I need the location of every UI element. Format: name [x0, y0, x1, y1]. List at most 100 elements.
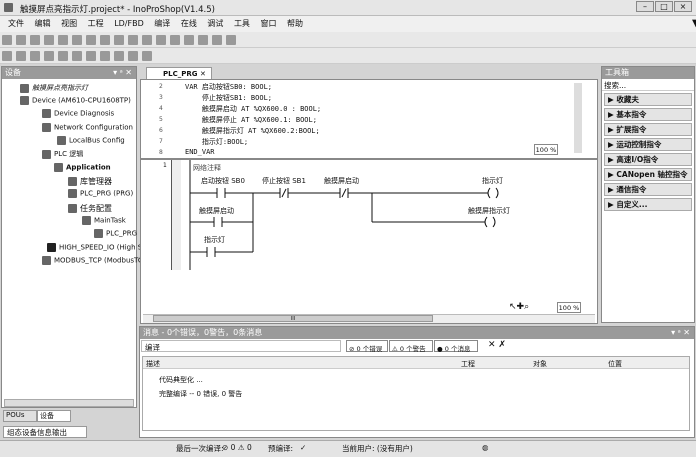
maximize-button[interactable]: □	[655, 1, 673, 12]
tree-project[interactable]: 触摸屏点亮指示灯	[20, 83, 88, 93]
tree-high-speed-io[interactable]: HIGH_SPEED_IO (High S	[47, 243, 142, 252]
tab-pous[interactable]: POUs	[3, 410, 37, 422]
col-object[interactable]: 对象	[533, 359, 547, 369]
pointer-tool-icon[interactable]: ↖✚⌕	[509, 302, 529, 312]
copy-icon[interactable]	[100, 35, 110, 45]
menu-edit[interactable]: 编辑	[35, 19, 51, 28]
jump-icon[interactable]	[114, 51, 124, 61]
messages-filter-select[interactable]: 编译	[141, 340, 341, 352]
coil-touch-indicator	[484, 216, 496, 228]
menu-ldfbd[interactable]: LD/FBD	[114, 19, 144, 28]
close-button[interactable]: ×	[674, 1, 692, 12]
devices-panel-header: 设备 ▾ ᵃ ✕	[2, 67, 136, 79]
menu-debug[interactable]: 调试	[207, 19, 223, 28]
run-icon[interactable]	[212, 35, 222, 45]
tab-plc-prg[interactable]: PLC_PRG ✕	[146, 67, 212, 79]
toolbox-basic[interactable]: ▶ 基本指令	[604, 108, 692, 121]
reset-coil-icon[interactable]	[86, 51, 96, 61]
tab-device-output[interactable]: 组态设备信息输出	[3, 426, 87, 438]
menu-tools[interactable]: 工具	[234, 19, 250, 28]
menu-help[interactable]: 帮助	[287, 19, 303, 28]
toolbox-custom[interactable]: ▶ 自定义...	[604, 198, 692, 211]
return-icon[interactable]	[128, 51, 138, 61]
menu-build[interactable]: 编译	[154, 19, 170, 28]
shield-icon[interactable]: ◍	[482, 443, 489, 452]
menu-view[interactable]: 视图	[61, 19, 77, 28]
login-icon[interactable]	[184, 35, 194, 45]
toolbox-motion[interactable]: ▶ 运动控制指令	[604, 138, 692, 151]
plc-logic-icon	[42, 149, 51, 159]
build-icon[interactable]	[170, 35, 180, 45]
pou-icon	[94, 229, 103, 238]
last-compile-errors: ⊘ 0 ⚠ 0	[222, 443, 252, 452]
close-tab-icon[interactable]: ✕	[200, 70, 206, 78]
replace-icon[interactable]	[156, 35, 166, 45]
save-icon[interactable]	[30, 35, 40, 45]
tree-plc-logic[interactable]: PLC 逻辑	[42, 149, 83, 159]
tree-plc-prg[interactable]: PLC_PRG (PRG)	[68, 189, 133, 198]
toolbox-comm[interactable]: ▶ 通信指令	[604, 183, 692, 196]
col-position[interactable]: 位置	[608, 359, 622, 369]
toolbox-extended[interactable]: ▶ 扩展指令	[604, 123, 692, 136]
network-icon[interactable]	[2, 51, 12, 61]
open-icon[interactable]	[16, 35, 26, 45]
app-icon	[4, 3, 13, 12]
ladder-diagram[interactable]	[141, 80, 597, 325]
warnings-filter-button[interactable]: ⚠ 0 个警告	[389, 340, 433, 353]
coil-icon[interactable]	[58, 51, 68, 61]
tab-devices[interactable]: 设备	[37, 410, 71, 422]
redo-icon[interactable]	[72, 35, 82, 45]
table-row[interactable]: 代码典型化 ...	[159, 375, 203, 385]
table-row[interactable]: 完整编译 -- 0 错误, 0 警告	[159, 389, 242, 399]
paste-icon[interactable]	[114, 35, 124, 45]
parallel-contact-icon[interactable]	[44, 51, 54, 61]
neg-contact-icon[interactable]	[30, 51, 40, 61]
col-description[interactable]: 描述	[146, 359, 160, 369]
branch-icon[interactable]	[142, 51, 152, 61]
toolbox-canopen[interactable]: ▶ CANopen 轴控指令	[604, 168, 692, 181]
tree-diagnosis[interactable]: Device Diagnosis	[42, 109, 114, 118]
new-icon[interactable]	[2, 35, 12, 45]
tree-application[interactable]: Application	[54, 163, 111, 172]
contact-icon[interactable]	[16, 51, 26, 61]
tree-maintask[interactable]: MainTask	[82, 216, 126, 225]
menu-window[interactable]: 窗口	[260, 19, 276, 28]
task-icon	[82, 216, 91, 225]
label-c3: 触摸屏启动	[324, 177, 359, 185]
errors-filter-button[interactable]: ⊘ 0 个错误	[346, 340, 388, 353]
undo-icon[interactable]	[58, 35, 68, 45]
menu-file[interactable]: 文件	[8, 19, 24, 28]
toolbox-highspeed-io[interactable]: ▶ 高速I/O指令	[604, 153, 692, 166]
menu-project[interactable]: 工程	[88, 19, 104, 28]
title-bar: 触摸屏点亮指示灯.project* - InoProShop(V1.4.5) –…	[0, 0, 696, 16]
minimize-button[interactable]: –	[636, 1, 654, 12]
logout-icon[interactable]	[198, 35, 208, 45]
ladder-hscrollbar[interactable]: III	[143, 314, 595, 323]
tree-task-config[interactable]: 任务配置	[68, 203, 112, 214]
toolbox-search[interactable]: 搜索...	[602, 79, 694, 91]
ladder-zoom[interactable]: 100 %	[557, 302, 581, 313]
cut-icon[interactable]	[86, 35, 96, 45]
tree-library-manager[interactable]: 库管理器	[68, 176, 112, 187]
label-coil2: 触摸屏指示灯	[468, 207, 510, 215]
toolbox-favorites[interactable]: ▶ 收藏夫	[604, 93, 692, 106]
delete-icon[interactable]	[128, 35, 138, 45]
stop-icon[interactable]	[226, 35, 236, 45]
tree-localbus[interactable]: LocalBus Config	[57, 136, 125, 145]
tree-device[interactable]: Device (AM610-CPU1608TP)	[20, 96, 131, 105]
tree-modbus-tcp[interactable]: MODBUS_TCP (ModbusTCP	[42, 256, 147, 265]
menu-online[interactable]: 在线	[181, 19, 197, 28]
col-project[interactable]: 工程	[461, 359, 475, 369]
tree-network[interactable]: Network Configuration	[42, 123, 133, 132]
clear-messages-icon[interactable]: ✕ ✗	[488, 340, 506, 350]
tree-task-plc-prg[interactable]: PLC_PRG	[94, 229, 137, 238]
set-coil-icon[interactable]	[72, 51, 82, 61]
label-c4: 触摸屏启动	[199, 207, 234, 215]
print-icon[interactable]	[44, 35, 54, 45]
diagnosis-icon	[42, 109, 51, 118]
infos-filter-button[interactable]: ● 0 个消息	[434, 340, 478, 353]
box-icon[interactable]	[100, 51, 110, 61]
find-icon[interactable]	[142, 35, 152, 45]
filter-icon[interactable]: ▼	[692, 16, 696, 32]
devices-hscrollbar[interactable]	[4, 399, 134, 407]
